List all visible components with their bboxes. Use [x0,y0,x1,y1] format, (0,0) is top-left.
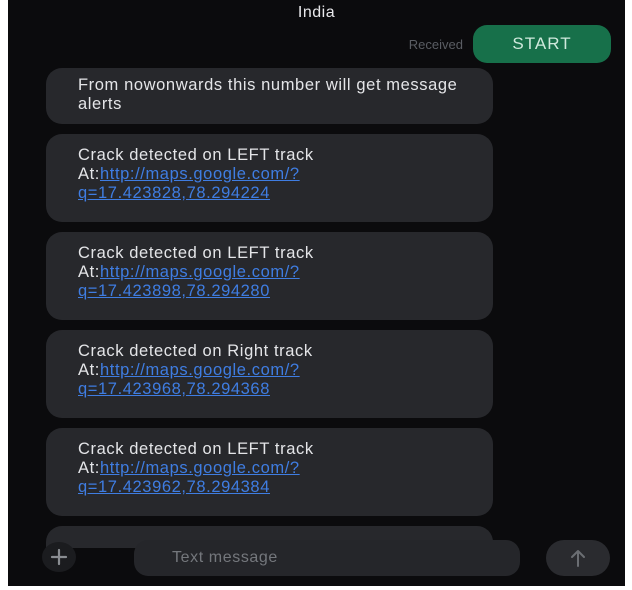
status-row: Received START [409,24,611,64]
message-bubble[interactable]: From nowonwards this number will get mes… [46,68,493,124]
message-bubble[interactable]: Crack detected on LEFT track At:http://m… [46,232,493,320]
send-button[interactable] [546,540,610,576]
compose-bar [8,528,625,586]
message-prefix: At: [78,459,100,477]
start-message-bubble[interactable]: START [473,25,611,63]
maps-link[interactable]: http://maps.google.com/? [100,361,300,379]
maps-link[interactable]: http://maps.google.com/? [100,263,300,281]
maps-link-query[interactable]: q=17.423828,78.294224 [78,184,270,202]
message-bubble[interactable]: Crack detected on Right track At:http://… [46,330,493,418]
add-attachment-button[interactable] [42,542,76,572]
message-text: Crack detected on LEFT track [78,244,314,262]
message-bubble[interactable]: Crack detected on LEFT track At:http://m… [46,134,493,222]
messaging-screen: India Received START From nowonwards thi… [8,0,625,586]
plus-icon [50,548,68,566]
message-text-field[interactable] [134,540,520,576]
message-prefix: At: [78,263,100,281]
message-list[interactable]: From nowonwards this number will get mes… [46,68,493,558]
maps-link-query[interactable]: q=17.423898,78.294280 [78,282,270,300]
message-input[interactable] [134,540,520,576]
message-prefix: At: [78,165,100,183]
message-text: Crack detected on LEFT track [78,146,314,164]
message-text: Crack detected on Right track [78,342,313,360]
received-label: Received [408,36,463,52]
message-text: From nowonwards this number will get mes… [78,76,458,113]
maps-link-query[interactable]: q=17.423968,78.294368 [78,380,270,398]
maps-link[interactable]: http://maps.google.com/? [100,459,300,477]
maps-link-query[interactable]: q=17.423962,78.294384 [78,478,270,496]
message-text: Crack detected on LEFT track [78,440,314,458]
conversation-title: India [297,4,336,21]
maps-link[interactable]: http://maps.google.com/? [100,165,300,183]
message-bubble[interactable]: Crack detected on LEFT track At:http://m… [46,428,493,516]
arrow-up-icon [571,550,585,567]
message-prefix: At: [78,361,100,379]
